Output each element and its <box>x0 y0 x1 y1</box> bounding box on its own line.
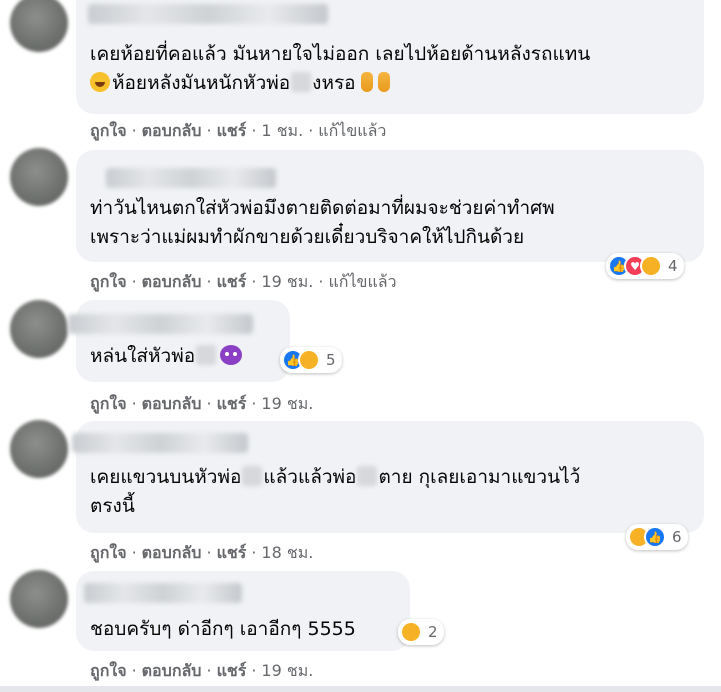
commenter-name-redacted[interactable] <box>84 583 242 603</box>
comment-line: ตรงนี้ <box>90 495 135 517</box>
comment-timestamp[interactable]: 19 ชม. <box>261 394 313 413</box>
commenter-avatar[interactable] <box>10 0 68 52</box>
haha-reaction-icon <box>400 621 422 643</box>
reply-link[interactable]: ตอบกลับ <box>142 543 202 562</box>
reaction-summary[interactable]: 2 <box>398 619 444 645</box>
comment-text: หล่นใส่หัวพ่อ <box>90 342 280 371</box>
share-link[interactable]: แชร์ <box>217 394 247 413</box>
like-link[interactable]: ถูกใจ <box>90 543 127 562</box>
comment-line: เพราะว่าแม่ผมทำผักขายด้วยเดี๋ยวบริจาคให้… <box>90 226 525 248</box>
commenter-avatar[interactable] <box>10 148 68 206</box>
commenter-name-redacted[interactable] <box>68 314 253 334</box>
comment-text: ท่าวันไหนตกใส่หัวพ่อมึงตายติดต่อมาที่ผมจ… <box>90 194 694 252</box>
censored-word <box>242 466 263 486</box>
share-link[interactable]: แชร์ <box>217 121 247 140</box>
comment-line: หล่นใส่หัวพ่อ <box>90 345 196 367</box>
share-link[interactable]: แชร์ <box>217 661 247 680</box>
reply-link[interactable]: ตอบกลับ <box>142 661 202 680</box>
haha-reaction-icon <box>640 255 662 277</box>
middle-finger-emoji-icon <box>360 72 373 92</box>
like-link[interactable]: ถูกใจ <box>90 394 127 413</box>
reply-link[interactable]: ตอบกลับ <box>142 121 202 140</box>
commenter-name-redacted[interactable] <box>88 4 328 24</box>
reaction-count: 4 <box>668 257 678 275</box>
comment-actions: ถูกใจ · ตอบกลับ · แชร์ · 19 ชม. · แก้ไขแล้ว <box>90 272 397 291</box>
share-link[interactable]: แชร์ <box>217 272 247 291</box>
haha-reaction-icon <box>298 349 320 371</box>
comment-bubble: ชอบครับๆ ด่าอีกๆ เอาอีกๆ 5555 <box>76 571 410 651</box>
reply-link[interactable]: ตอบกลับ <box>142 394 202 413</box>
censored-word <box>291 72 312 92</box>
comment-text: เคยห้อยที่คอแล้ว มันหายใจไม่ออก เลยไปห้อ… <box>90 40 694 98</box>
comment-bubble: ท่าวันไหนตกใส่หัวพ่อมึงตายติดต่อมาที่ผมจ… <box>76 150 704 262</box>
commenter-name-redacted[interactable] <box>106 168 276 188</box>
share-link[interactable]: แชร์ <box>217 543 247 562</box>
comment-line: เคยแขวนบนหัวพ่อ <box>90 466 242 488</box>
comment-timestamp[interactable]: 19 ชม. <box>261 661 313 680</box>
commenter-name-redacted[interactable] <box>72 433 248 453</box>
censored-word <box>196 345 217 365</box>
comment-actions: ถูกใจ · ตอบกลับ · แชร์ · 1 ชม. · แก้ไขแล้ว <box>90 121 387 140</box>
comment-text: ชอบครับๆ ด่าอีกๆ เอาอีกๆ 5555 <box>90 615 400 644</box>
reaction-summary[interactable]: 👍 6 <box>626 524 688 550</box>
comment-timestamp[interactable]: 19 ชม. <box>261 272 313 291</box>
comment-bubble: เคยห้อยที่คอแล้ว มันหายใจไม่ออก เลยไปห้อ… <box>76 0 704 114</box>
comment-actions: ถูกใจ · ตอบกลับ · แชร์ · 18 ชม. <box>90 543 314 562</box>
edited-label[interactable]: แก้ไขแล้ว <box>328 272 396 291</box>
comment-line: แล้วแล้วพ่อ <box>263 466 357 488</box>
devil-emoji-icon <box>220 345 243 365</box>
rofl-emoji-icon <box>90 72 110 92</box>
reaction-summary[interactable]: 👍 ♥ 4 <box>606 253 684 279</box>
comment-line: ห้อยหลังมันหนักหัวพ่อ <box>112 72 291 94</box>
reaction-count: 6 <box>672 528 682 546</box>
comment-line: ท่าวันไหนตกใส่หัวพ่อมึงตายติดต่อมาที่ผมจ… <box>90 197 555 219</box>
comment-bubble: หล่นใส่หัวพ่อ <box>68 300 290 382</box>
reaction-count: 2 <box>428 623 438 641</box>
comment-line: เคยห้อยที่คอแล้ว มันหายใจไม่ออก เลยไปห้อ… <box>90 43 591 65</box>
like-link[interactable]: ถูกใจ <box>90 661 127 680</box>
reply-link[interactable]: ตอบกลับ <box>142 272 202 291</box>
comment-actions: ถูกใจ · ตอบกลับ · แชร์ · 19 ชม. <box>90 394 314 413</box>
middle-finger-emoji-icon <box>377 72 390 92</box>
comment-timestamp[interactable]: 18 ชม. <box>261 543 313 562</box>
reaction-count: 5 <box>326 351 336 369</box>
comment-timestamp[interactable]: 1 ชม. <box>261 121 303 140</box>
like-reaction-icon: 👍 <box>644 526 666 548</box>
commenter-avatar[interactable] <box>10 420 68 478</box>
comment-line: ตาย กุเลยเอามาแขวนไว้ <box>378 466 581 488</box>
edited-label[interactable]: แก้ไขแล้ว <box>318 121 386 140</box>
bottom-divider <box>0 686 721 692</box>
commenter-avatar[interactable] <box>10 570 68 628</box>
comment-line: งหรอ <box>312 72 356 94</box>
comment-line: ชอบครับๆ ด่าอีกๆ เอาอีกๆ 5555 <box>90 618 356 640</box>
comment-text: เคยแขวนบนหัวพ่อ แล้วแล้วพ่อ ตาย กุเลยเอามา… <box>90 463 694 521</box>
censored-word <box>357 466 378 486</box>
reaction-summary[interactable]: 👍 5 <box>280 347 342 373</box>
like-link[interactable]: ถูกใจ <box>90 272 127 291</box>
comment-actions: ถูกใจ · ตอบกลับ · แชร์ · 19 ชม. <box>90 661 314 680</box>
commenter-avatar[interactable] <box>10 300 68 358</box>
comment-bubble: เคยแขวนบนหัวพ่อ แล้วแล้วพ่อ ตาย กุเลยเอามา… <box>72 421 704 533</box>
like-link[interactable]: ถูกใจ <box>90 121 127 140</box>
